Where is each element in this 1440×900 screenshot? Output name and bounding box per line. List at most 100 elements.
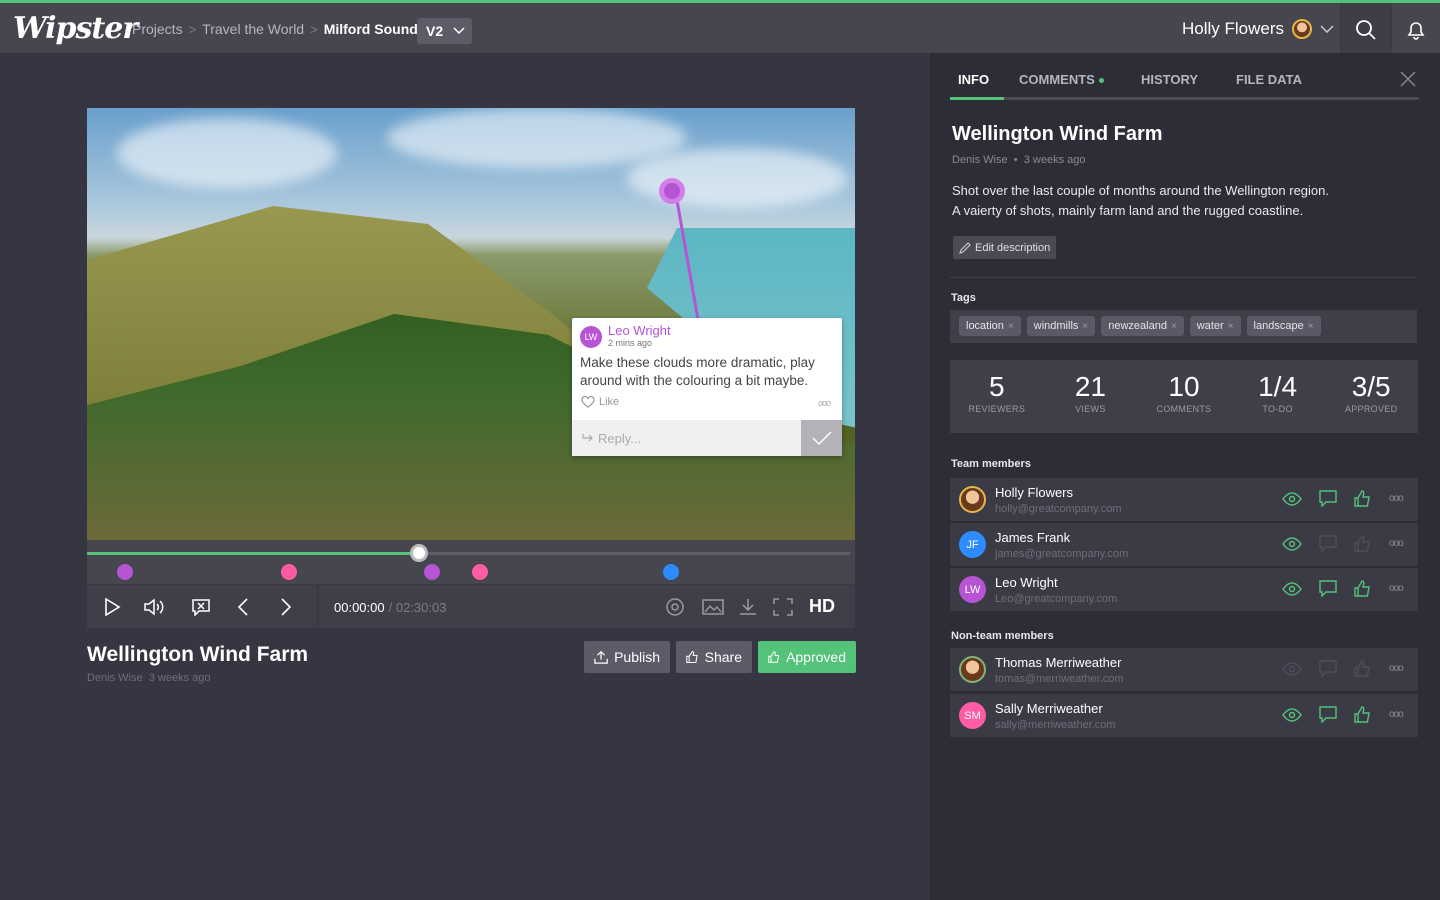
more-options-button[interactable]: ooo [818, 398, 830, 408]
share-button[interactable]: Share [676, 641, 752, 673]
stat-label: APPROVED [1324, 404, 1418, 414]
more-options-button[interactable]: ooo [1389, 663, 1403, 674]
comment-marker[interactable] [117, 564, 133, 580]
stat-value: 21 [1044, 371, 1138, 403]
comment-icon[interactable] [1319, 660, 1337, 677]
reply-input[interactable]: Reply... [572, 420, 801, 456]
tags-label: Tags [951, 292, 976, 304]
more-options-button[interactable]: ooo [1389, 709, 1403, 720]
thumbs-up-icon[interactable] [1354, 580, 1372, 597]
remove-tag-icon[interactable]: × [1171, 321, 1177, 332]
remove-tag-icon[interactable]: × [1008, 321, 1014, 332]
timeline-scrubber[interactable] [410, 544, 428, 562]
chevron-left-icon [237, 598, 249, 616]
download-button[interactable] [734, 593, 762, 621]
non-team-members-label: Non-team members [951, 630, 1054, 642]
member-row[interactable]: LWLeo WrightLeo@greatcompany.comooo [950, 568, 1418, 611]
divider [950, 277, 1417, 278]
member-email: Leo@greatcompany.com [995, 593, 1117, 605]
tag-chip[interactable]: landscape× [1247, 316, 1321, 336]
approved-button[interactable]: Approved [758, 641, 856, 673]
tab-comments[interactable]: COMMENTS [1019, 72, 1104, 87]
thumbs-up-icon[interactable] [1354, 706, 1372, 723]
more-options-button[interactable]: ooo [1389, 538, 1403, 549]
submit-reply-button[interactable] [801, 420, 842, 456]
remove-tag-icon[interactable]: × [1308, 321, 1314, 332]
remove-tag-icon[interactable]: × [1082, 321, 1088, 332]
member-row[interactable]: SMSally Merriweathersally@merriweather.c… [950, 694, 1418, 737]
asset-author: Denis Wise [952, 154, 1008, 166]
cloud [117, 118, 337, 188]
comment-marker[interactable] [281, 564, 297, 580]
tag-chip[interactable]: location × [959, 316, 1021, 336]
version-label: V2 [426, 23, 443, 39]
thumbs-up-icon[interactable] [1354, 660, 1372, 677]
comment-marker[interactable] [663, 564, 679, 580]
version-dropdown[interactable]: V2 [417, 18, 472, 44]
notifications-button[interactable] [1391, 3, 1440, 56]
comment-pin[interactable] [659, 178, 685, 204]
member-actions: ooo [1282, 490, 1403, 507]
target-button[interactable] [661, 593, 689, 621]
comment-marker[interactable] [472, 564, 488, 580]
tab-file-data[interactable]: FILE DATA [1236, 72, 1302, 87]
member-row[interactable]: Holly Flowersholly@greatcompany.comooo [950, 478, 1418, 521]
comment-icon[interactable] [1319, 580, 1337, 597]
member-row[interactable]: JFJames Frankjames@greatcompany.comooo [950, 523, 1418, 566]
tag-label: location [966, 320, 1004, 332]
comment-avatar: LW [580, 326, 602, 348]
tab-info[interactable]: INFO [958, 72, 989, 87]
more-options-button[interactable]: ooo [1389, 583, 1403, 594]
search-button[interactable] [1340, 3, 1391, 56]
play-button[interactable] [98, 593, 126, 621]
breadcrumb-travel[interactable]: Travel the World [202, 21, 304, 37]
comment-author[interactable]: Leo Wright [608, 323, 671, 338]
quality-button[interactable]: HD [809, 596, 835, 617]
tab-comments-label: COMMENTS [1019, 72, 1095, 87]
comment-message: Make these clouds more dramatic, play ar… [580, 354, 834, 390]
comment-icon[interactable] [1319, 535, 1337, 552]
like-button[interactable]: Like [581, 396, 619, 408]
eye-icon[interactable] [1282, 537, 1302, 551]
stat-item: 5REVIEWERS [950, 360, 1044, 433]
close-button[interactable] [1399, 70, 1417, 93]
eye-icon[interactable] [1282, 662, 1302, 676]
eye-icon[interactable] [1282, 708, 1302, 722]
remove-tag-icon[interactable]: × [1228, 321, 1234, 332]
fullscreen-button[interactable] [769, 593, 797, 621]
tag-chip[interactable]: water× [1190, 316, 1241, 336]
previous-button[interactable] [229, 593, 257, 621]
edit-description-button[interactable]: Edit description [953, 236, 1056, 259]
breadcrumb-projects[interactable]: Projects [132, 21, 183, 37]
comment-icon[interactable] [1319, 706, 1337, 723]
tag-label: windmills [1034, 320, 1079, 332]
eye-icon[interactable] [1282, 582, 1302, 596]
member-avatar [959, 486, 986, 513]
stat-label: TO-DO [1231, 404, 1325, 414]
comment-icon[interactable] [1319, 490, 1337, 507]
video-author: Denis Wise [87, 672, 143, 684]
snapshot-button[interactable] [699, 593, 727, 621]
user-menu[interactable]: Holly Flowers [1182, 19, 1334, 39]
volume-button[interactable] [141, 593, 169, 621]
stat-label: VIEWS [1044, 404, 1138, 414]
close-icon [1399, 70, 1417, 88]
tags-box[interactable]: location×windmills×newzealand×water×land… [950, 310, 1417, 343]
tag-chip[interactable]: newzealand× [1101, 316, 1184, 336]
tab-history[interactable]: HISTORY [1141, 72, 1198, 87]
member-email: tomas@merriweather.com [995, 673, 1124, 685]
stat-item: 3/5APPROVED [1324, 360, 1418, 433]
thumbs-up-icon[interactable] [1354, 535, 1372, 552]
tag-chip[interactable]: windmills× [1027, 316, 1095, 336]
publish-button[interactable]: Publish [584, 641, 670, 673]
wipster-logo[interactable]: Wipster [13, 11, 137, 46]
cloud [627, 148, 847, 208]
thumbs-up-icon[interactable] [1354, 490, 1372, 507]
next-button[interactable] [272, 593, 300, 621]
eye-icon[interactable] [1282, 492, 1302, 506]
comment-marker[interactable] [424, 564, 440, 580]
video-controls: 00:00:00 / 02:30:03 HD [87, 540, 855, 628]
member-row[interactable]: Thomas Merriweathertomas@merriweather.co… [950, 648, 1418, 691]
more-options-button[interactable]: ooo [1389, 493, 1403, 504]
toggle-comments-button[interactable] [187, 593, 215, 621]
